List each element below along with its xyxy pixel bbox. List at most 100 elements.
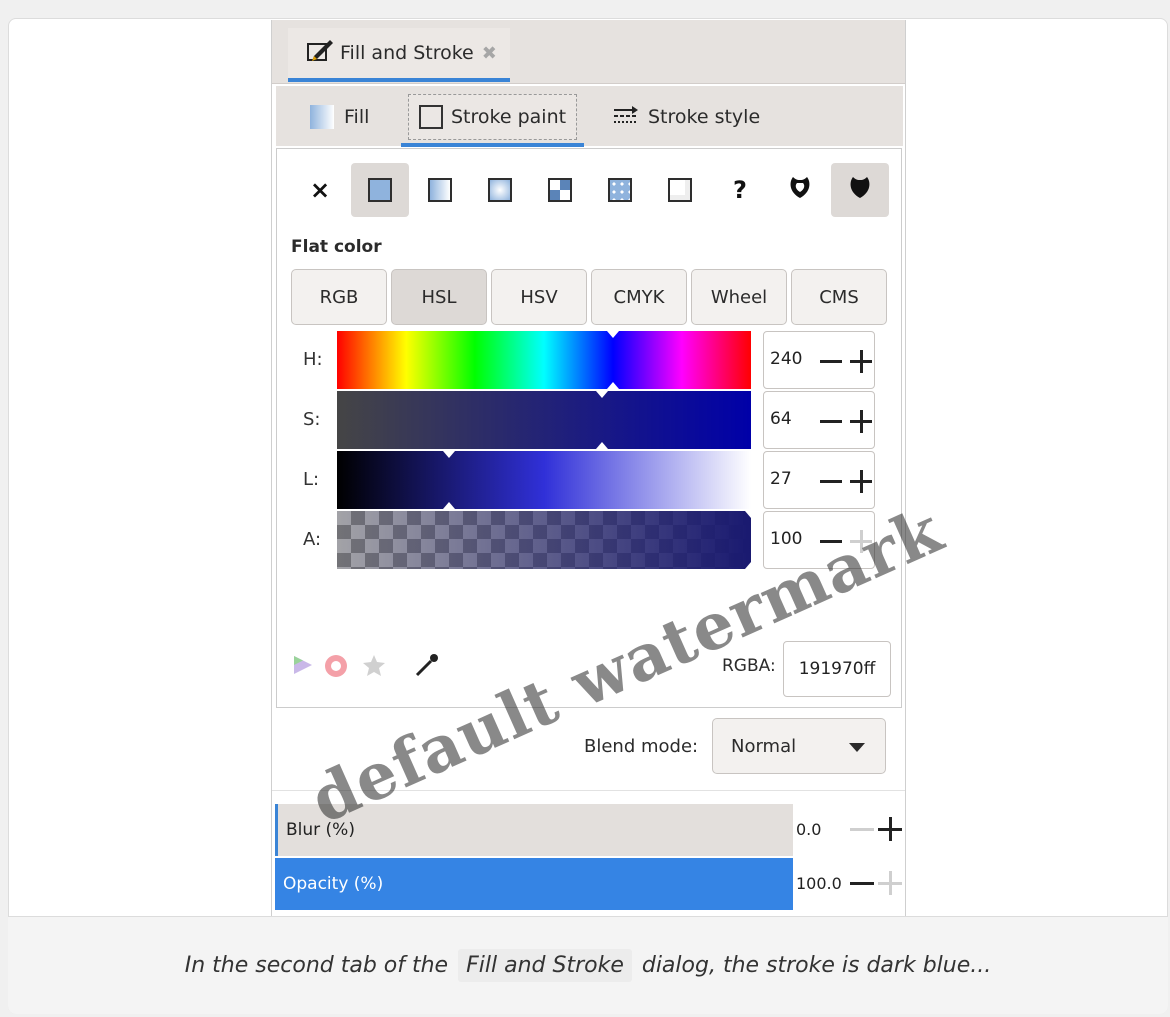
blend-mode-value: Normal xyxy=(731,735,797,757)
opacity-value: 100.0 xyxy=(796,874,842,893)
hue-slider-marker-top xyxy=(607,331,620,338)
mesh-button[interactable] xyxy=(591,163,649,217)
mode-cms-button[interactable]: CMS xyxy=(791,269,887,325)
alpha-slider[interactable] xyxy=(337,511,757,569)
swatch-button[interactable] xyxy=(651,163,709,217)
dialog-tab-title: Fill and Stroke xyxy=(340,42,474,64)
rgba-label: RGBA: xyxy=(722,656,776,676)
alpha-decrement-button[interactable] xyxy=(820,540,842,543)
color-managed-icon xyxy=(291,653,315,681)
fill-stroke-dialog: Fill and Stroke ✖ Fill Stroke paint Stro… xyxy=(271,20,906,916)
paint-subtabs: Fill Stroke paint Stroke style xyxy=(276,86,903,147)
figure-caption: In the second tab of the Fill and Stroke… xyxy=(8,916,1168,1014)
mode-cmyk-button[interactable]: CMYK xyxy=(591,269,687,325)
blend-mode-label: Blend mode: xyxy=(584,736,699,757)
dialog-tab-fill-stroke[interactable]: Fill and Stroke ✖ xyxy=(288,28,510,82)
saturation-slider-marker-bottom xyxy=(595,442,608,449)
hue-decrement-button[interactable] xyxy=(820,360,842,363)
saturation-decrement-button[interactable] xyxy=(820,420,842,423)
saturation-value: 64 xyxy=(770,409,792,429)
flat-color-heading: Flat color xyxy=(291,237,382,257)
lightness-slider[interactable] xyxy=(337,451,751,509)
unset-paint-button[interactable]: ? xyxy=(711,163,769,217)
saturation-increment-vbar xyxy=(859,410,863,433)
blur-decrement-button[interactable] xyxy=(850,828,874,831)
active-tab-indicator xyxy=(401,143,585,147)
eyedropper-icon[interactable] xyxy=(413,651,441,683)
stroke-style-icon xyxy=(612,104,640,131)
opacity-label: Opacity (%) xyxy=(283,874,384,894)
pattern-button[interactable] xyxy=(531,163,589,217)
saturation-slider[interactable] xyxy=(337,391,751,449)
mode-hsv-button[interactable]: HSV xyxy=(491,269,587,325)
no-paint-button[interactable]: × xyxy=(291,163,349,217)
divider xyxy=(272,790,905,791)
pen-fill-stroke-icon xyxy=(306,38,334,69)
too-much-ink-icon xyxy=(361,653,387,683)
mode-wheel-button[interactable]: Wheel xyxy=(691,269,787,325)
tab-fill-label: Fill xyxy=(344,106,370,128)
blend-mode-select[interactable]: Normal xyxy=(712,718,886,774)
blur-value: 0.0 xyxy=(796,820,822,839)
saturation-label: S: xyxy=(303,409,321,430)
swatch-icon xyxy=(668,178,692,202)
alpha-slider-marker-bottom xyxy=(745,562,757,569)
tab-stroke-paint[interactable]: Stroke paint xyxy=(401,94,585,147)
no-paint-icon: × xyxy=(309,176,331,204)
tab-stroke-style[interactable]: Stroke style xyxy=(612,94,760,140)
caption-before: In the second tab of the xyxy=(184,953,449,978)
mesh-icon xyxy=(608,178,632,202)
evenodd-icon xyxy=(787,174,813,206)
saturation-spinbox[interactable]: 64 xyxy=(763,391,875,449)
blur-label: Blur (%) xyxy=(286,820,355,840)
tab-stroke-style-label: Stroke style xyxy=(648,106,761,128)
alpha-increment-vbar xyxy=(859,530,863,553)
linear-gradient-icon xyxy=(428,178,452,202)
question-icon: ? xyxy=(733,176,747,204)
blur-increment-vbar xyxy=(888,817,892,841)
stroke-paint-icon xyxy=(419,105,443,129)
lightness-label: L: xyxy=(303,469,320,490)
hue-label: H: xyxy=(303,349,323,370)
lightness-spinbox[interactable]: 27 xyxy=(763,451,875,509)
pattern-icon xyxy=(548,178,572,202)
alpha-slider-marker-top xyxy=(745,511,757,518)
fill-rule-nonzero-button[interactable] xyxy=(831,163,889,217)
stroke-paint-panel: × ? Flat color RGB HSL HSV CMYK Wheel CM… xyxy=(276,148,902,708)
blur-slider[interactable]: Blur (%) xyxy=(275,804,793,856)
hue-slider[interactable] xyxy=(337,331,751,389)
tab-fill[interactable]: Fill xyxy=(310,94,369,140)
linear-gradient-button[interactable] xyxy=(411,163,469,217)
mode-hsl-button[interactable]: HSL xyxy=(391,269,487,325)
lightness-value: 27 xyxy=(770,469,792,489)
nonzero-icon xyxy=(847,174,873,206)
lightness-slider-marker-bottom xyxy=(442,502,455,509)
fill-rule-evenodd-button[interactable] xyxy=(771,163,829,217)
close-icon[interactable]: ✖ xyxy=(482,43,497,64)
mode-rgb-button[interactable]: RGB xyxy=(291,269,387,325)
fill-gradient-icon xyxy=(310,105,334,129)
opacity-slider[interactable]: Opacity (%) xyxy=(275,858,793,910)
saturation-slider-marker-top xyxy=(595,391,608,398)
hue-slider-marker-bottom xyxy=(607,382,620,389)
lightness-decrement-button[interactable] xyxy=(820,480,842,483)
alpha-spinbox[interactable]: 100 xyxy=(763,511,875,569)
flat-color-button[interactable] xyxy=(351,163,409,217)
radial-gradient-button[interactable] xyxy=(471,163,529,217)
opacity-decrement-button[interactable] xyxy=(850,882,874,885)
chevron-down-icon xyxy=(849,743,865,752)
lightness-slider-marker-top xyxy=(442,451,455,458)
hue-increment-vbar xyxy=(859,350,863,373)
hue-spinbox[interactable]: 240 xyxy=(763,331,875,389)
tab-stroke-paint-label: Stroke paint xyxy=(451,106,567,128)
alpha-label: A: xyxy=(303,529,322,550)
radial-gradient-icon xyxy=(488,178,512,202)
alpha-value: 100 xyxy=(770,529,803,549)
out-of-gamut-icon xyxy=(323,653,349,683)
opacity-increment-vbar xyxy=(888,871,892,895)
caption-code: Fill and Stroke xyxy=(458,949,632,982)
caption-after: dialog, the stroke is dark blue... xyxy=(641,953,992,978)
rgba-input[interactable]: 191970ff xyxy=(783,641,891,697)
hue-value: 240 xyxy=(770,349,803,369)
dialog-tab-bar: Fill and Stroke ✖ xyxy=(272,20,905,84)
